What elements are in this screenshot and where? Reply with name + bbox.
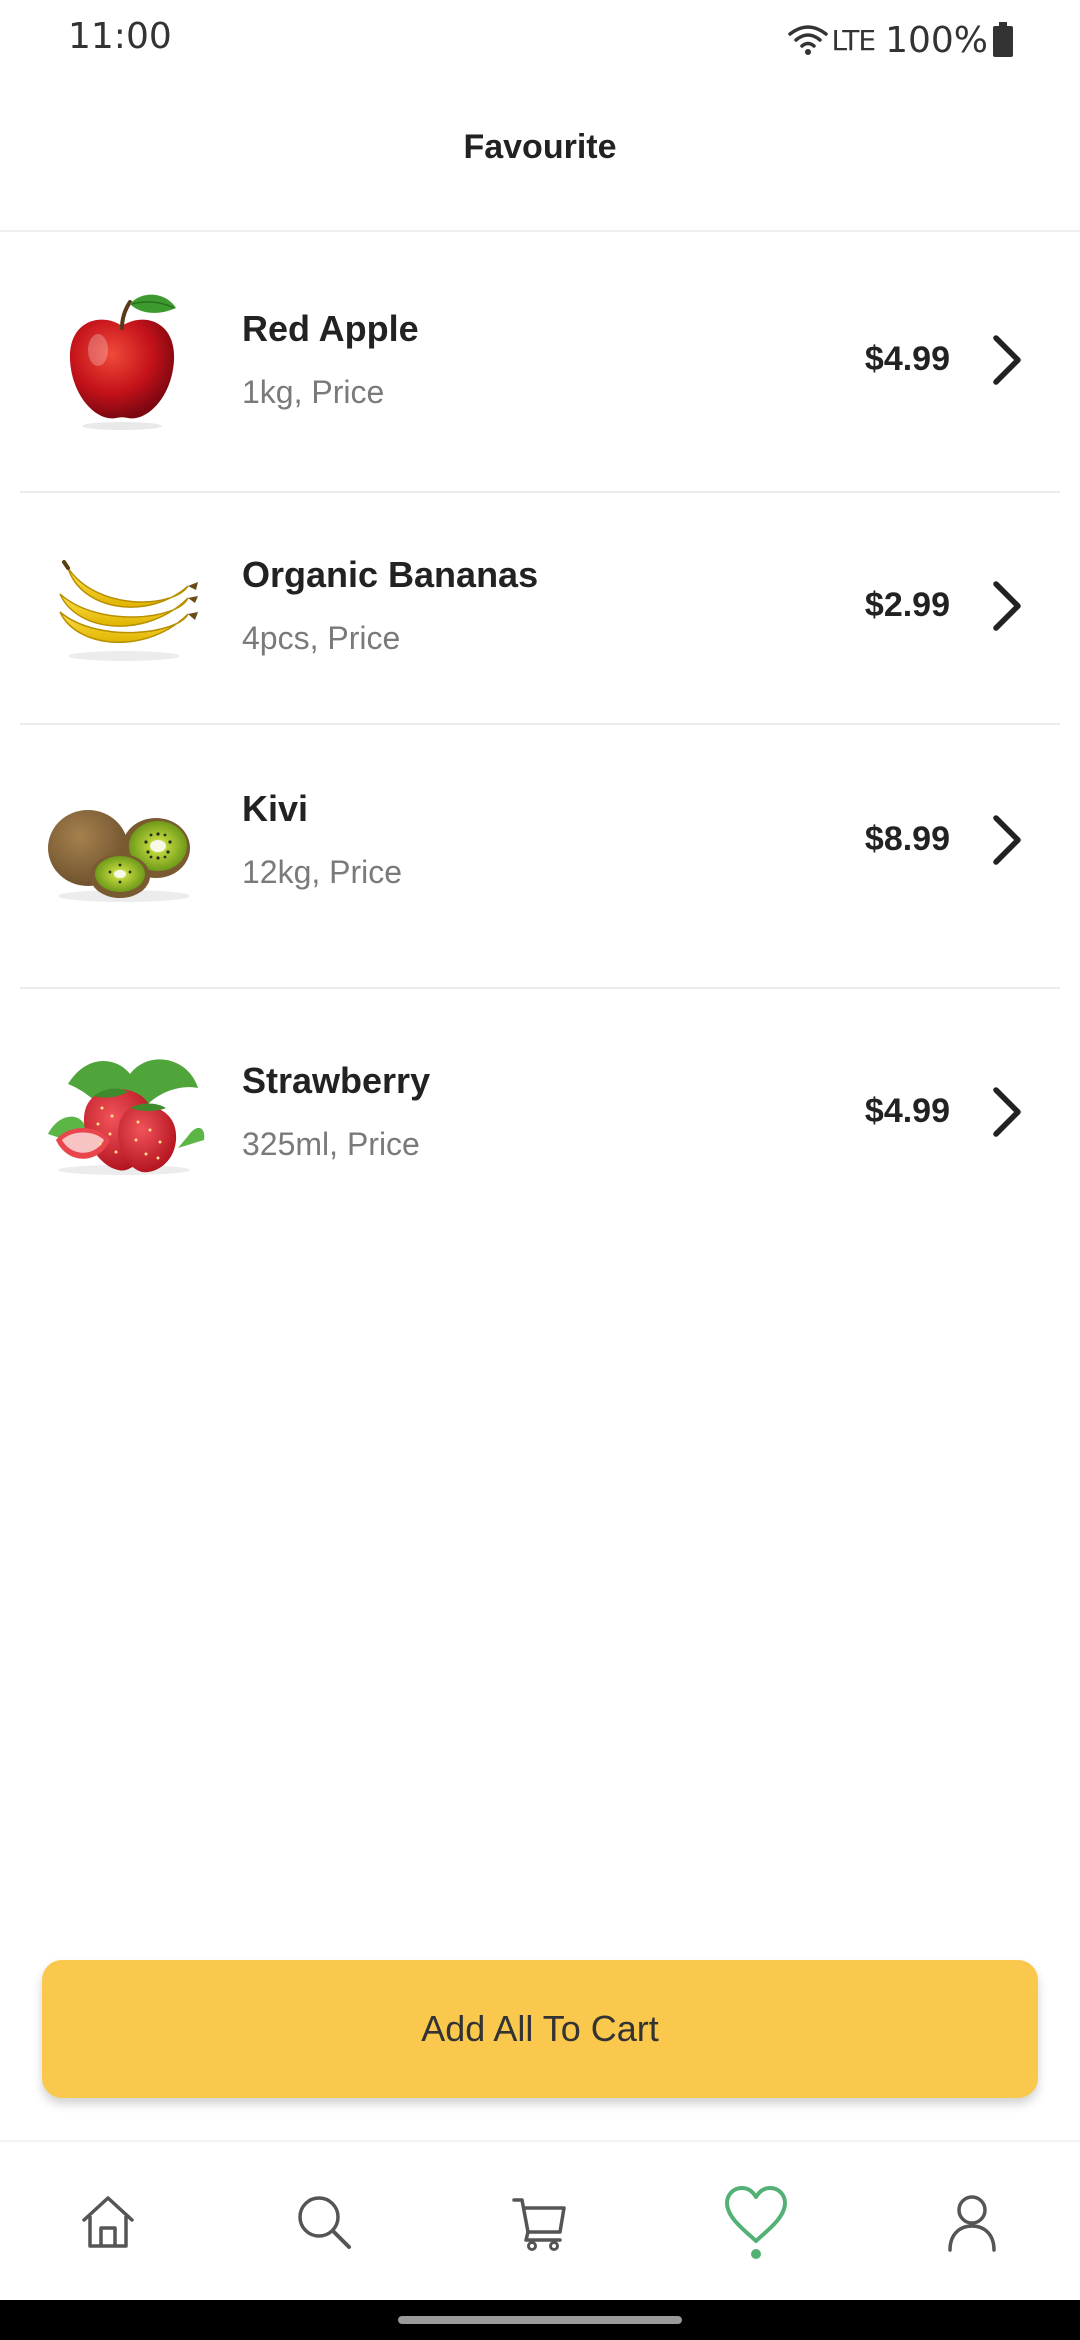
item-price: $4.99 — [864, 1092, 950, 1130]
status-bar: 11:00 LTE 100% — [0, 0, 1080, 80]
add-all-to-cart-button[interactable]: Add All To Cart — [42, 1960, 1038, 2098]
item-name: Organic Bananas — [242, 554, 539, 595]
chevron-right-icon[interactable] — [988, 1086, 1028, 1138]
battery-icon — [993, 22, 1013, 57]
item-name: Red Apple — [242, 308, 419, 349]
item-price: $2.99 — [864, 586, 950, 624]
bottom-navigation — [0, 2140, 1080, 2302]
wifi-icon — [787, 25, 828, 55]
list-item[interactable]: Organic Bananas 4pcs, Price $2.99 — [0, 492, 1080, 725]
status-time: 11:00 — [68, 16, 172, 57]
battery-level: 100% — [885, 19, 988, 61]
item-price: $4.99 — [864, 340, 950, 378]
status-icons: LTE 100% — [787, 18, 1014, 62]
system-navigation-bar — [0, 2300, 1080, 2340]
active-indicator — [751, 2249, 761, 2259]
chevron-right-icon[interactable] — [988, 334, 1028, 386]
add-all-to-cart-label: Add All To Cart — [421, 2008, 659, 2049]
network-type: LTE — [831, 23, 877, 57]
home-icon — [82, 2196, 134, 2248]
chevron-right-icon[interactable] — [988, 580, 1028, 632]
banana-image — [59, 560, 198, 661]
search-icon — [298, 2196, 351, 2249]
item-detail: 325ml, Price — [242, 1126, 420, 1162]
item-detail: 4pcs, Price — [242, 620, 401, 656]
cart-icon — [512, 2198, 566, 2251]
page-title: Favourite — [463, 128, 617, 166]
heart-icon — [725, 2186, 787, 2243]
nav-item-explore[interactable] — [264, 2142, 384, 2302]
kiwi-image — [48, 810, 190, 902]
nav-item-account[interactable] — [912, 2142, 1032, 2302]
item-name: Strawberry — [242, 1060, 431, 1101]
item-detail: 12kg, Price — [242, 854, 403, 890]
list-item[interactable]: Strawberry 325ml, Price $4.99 — [0, 988, 1080, 1248]
strawberry-image — [48, 1059, 205, 1175]
item-price: $8.99 — [864, 820, 950, 858]
list-item[interactable]: Red Apple 1kg, Price $4.99 — [0, 232, 1080, 493]
item-detail: 1kg, Price — [242, 374, 385, 410]
user-icon — [948, 2195, 996, 2252]
chevron-right-icon[interactable] — [988, 814, 1028, 866]
nav-item-favourite[interactable] — [696, 2142, 816, 2302]
nav-item-cart[interactable] — [480, 2142, 600, 2302]
item-name: Kivi — [242, 788, 309, 829]
home-gesture-handle[interactable] — [398, 2316, 682, 2324]
red-apple-image — [69, 294, 176, 430]
nav-item-shop[interactable] — [48, 2142, 168, 2302]
list-item[interactable]: Kivi 12kg, Price $8.99 — [0, 724, 1080, 989]
